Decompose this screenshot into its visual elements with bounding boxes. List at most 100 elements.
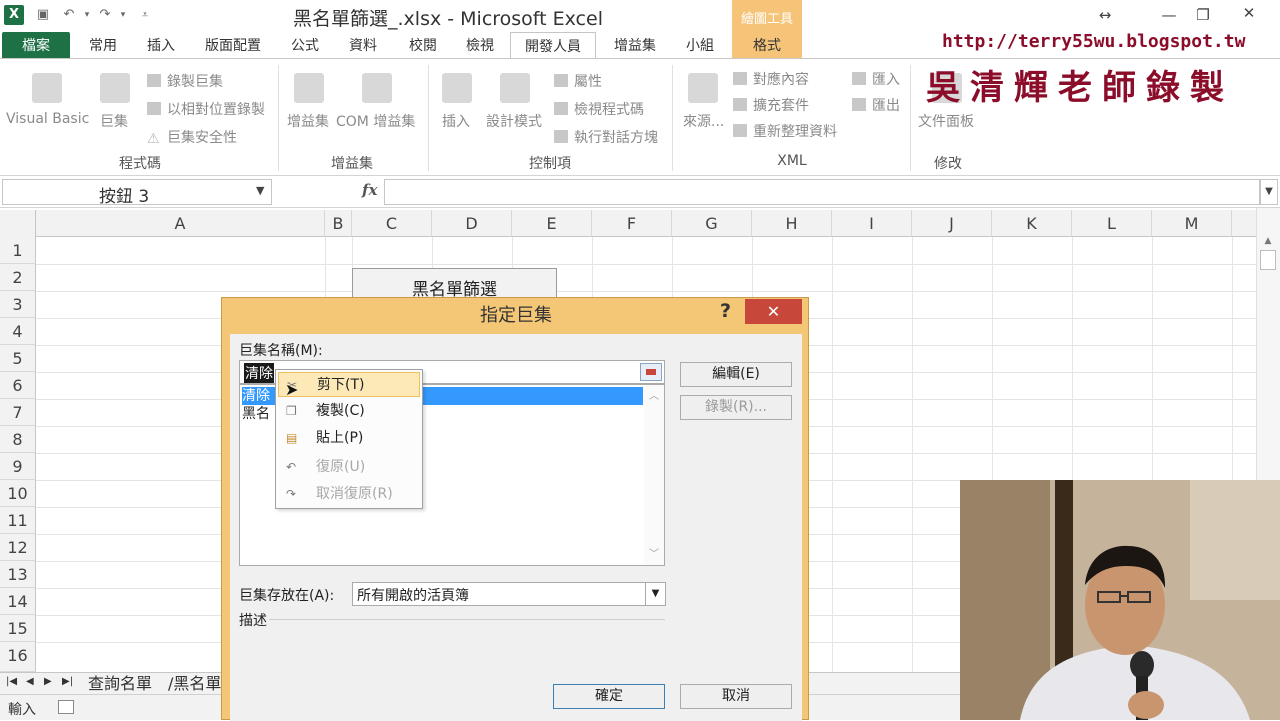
row-header[interactable]: 11 bbox=[0, 507, 36, 534]
prev-sheet-icon[interactable]: ◀ bbox=[26, 676, 34, 687]
refresh-data-button[interactable]: 重新整理資料 bbox=[733, 121, 837, 141]
insert-control-button[interactable]: 插入 bbox=[442, 111, 470, 131]
column-header[interactable]: F bbox=[592, 210, 672, 237]
tab-file[interactable]: 檔案 bbox=[2, 32, 70, 60]
tab-formulas[interactable]: 公式 bbox=[280, 32, 330, 60]
column-header[interactable]: E bbox=[512, 210, 592, 237]
com-addins-button[interactable]: COM 增益集 bbox=[336, 111, 415, 131]
visual-basic-button[interactable]: Visual Basic bbox=[6, 111, 89, 127]
xml-import-button[interactable]: 匯入 bbox=[852, 69, 900, 89]
document-panel-button[interactable]: 文件面板 bbox=[918, 111, 974, 131]
excel-app-icon[interactable]: X bbox=[4, 5, 24, 25]
scroll-up-icon[interactable]: ︿ bbox=[649, 387, 659, 402]
sheet-tab-blacklist[interactable]: /黑名單 bbox=[168, 673, 221, 695]
column-header[interactable]: L bbox=[1072, 210, 1152, 237]
select-all-corner[interactable] bbox=[0, 210, 36, 237]
column-header[interactable]: H bbox=[752, 210, 832, 237]
row-header[interactable]: 1 bbox=[0, 237, 36, 264]
window-close-button[interactable]: ✕ bbox=[1216, 0, 1280, 28]
tab-addins[interactable]: 增益集 bbox=[604, 32, 666, 60]
insert-function-icon[interactable]: fx bbox=[362, 181, 377, 199]
minimize-button[interactable]: — bbox=[1154, 4, 1184, 26]
row-header[interactable]: 3 bbox=[0, 291, 36, 318]
list-item[interactable]: 黑名 bbox=[242, 405, 270, 423]
expand-formula-bar-icon[interactable]: ▼ bbox=[1260, 179, 1278, 205]
row-header[interactable]: 13 bbox=[0, 561, 36, 588]
ok-button[interactable]: 確定 bbox=[553, 684, 665, 709]
map-properties-button[interactable]: 對應內容 bbox=[733, 69, 809, 89]
column-header[interactable]: M bbox=[1152, 210, 1232, 237]
xml-export-button[interactable]: 匯出 bbox=[852, 95, 900, 115]
column-header[interactable]: B bbox=[325, 210, 352, 237]
column-header[interactable]: C bbox=[352, 210, 432, 237]
menu-item-cut[interactable]: ✂ 剪下(T) bbox=[278, 372, 420, 397]
tab-view[interactable]: 檢視 bbox=[455, 32, 505, 60]
row-header[interactable]: 7 bbox=[0, 399, 36, 426]
relative-reference-button[interactable]: 以相對位置錄製 bbox=[147, 99, 265, 119]
menu-item-copy[interactable]: ❐ 複製(C) bbox=[278, 399, 420, 424]
menu-item-paste[interactable]: ▤ 貼上(P) bbox=[278, 426, 420, 451]
edit-button[interactable]: 編輯(E) bbox=[680, 362, 792, 387]
expansion-packs-button[interactable]: 擴充套件 bbox=[733, 95, 809, 115]
row-header[interactable]: 5 bbox=[0, 345, 36, 372]
record-button[interactable]: 錄製(R)... bbox=[680, 395, 792, 420]
tab-data[interactable]: 資料 bbox=[338, 32, 388, 60]
macro-security-button[interactable]: ⚠ 巨集安全性 bbox=[147, 127, 237, 147]
menu-item-redo[interactable]: ↷ 取消復原(R) bbox=[278, 482, 420, 507]
tab-page-layout[interactable]: 版面配置 bbox=[196, 32, 270, 60]
run-dialog-button[interactable]: 執行對話方塊 bbox=[554, 127, 658, 147]
record-macro-button[interactable]: 錄製巨集 bbox=[147, 71, 223, 91]
formula-input[interactable] bbox=[384, 179, 1260, 205]
row-header[interactable]: 10 bbox=[0, 480, 36, 507]
tab-home[interactable]: 常用 bbox=[78, 32, 128, 60]
macro-recording-icon[interactable] bbox=[58, 700, 74, 714]
column-header[interactable]: D bbox=[432, 210, 512, 237]
menu-item-undo[interactable]: ↶ 復原(U) bbox=[278, 455, 420, 480]
help-icon[interactable]: ? bbox=[720, 300, 731, 322]
view-code-button[interactable]: 檢視程式碼 bbox=[554, 99, 644, 119]
tab-team[interactable]: 小組 bbox=[675, 32, 725, 60]
scroll-down-icon[interactable]: ﹀ bbox=[649, 545, 659, 560]
row-header[interactable]: 16 bbox=[0, 642, 36, 672]
chevron-down-icon[interactable]: ▼ bbox=[645, 583, 665, 605]
next-sheet-icon[interactable]: ▶ bbox=[44, 676, 52, 687]
column-header[interactable]: K bbox=[992, 210, 1072, 237]
chevron-down-icon[interactable]: ▼ bbox=[256, 184, 264, 197]
save-icon[interactable]: ▣ bbox=[34, 6, 52, 24]
column-header[interactable]: A bbox=[36, 210, 325, 237]
redo-dropdown-icon[interactable]: ▾ bbox=[114, 6, 132, 24]
row-header[interactable]: 2 bbox=[0, 264, 36, 291]
column-header[interactable]: G bbox=[672, 210, 752, 237]
properties-button[interactable]: 屬性 bbox=[554, 71, 602, 91]
list-scrollbar[interactable]: ︿ ﹀ bbox=[644, 385, 664, 565]
tab-insert[interactable]: 插入 bbox=[136, 32, 186, 60]
row-header[interactable]: 6 bbox=[0, 372, 36, 399]
dialog-close-button[interactable]: ✕ bbox=[745, 299, 802, 324]
row-header[interactable]: 12 bbox=[0, 534, 36, 561]
macros-button[interactable]: 巨集 bbox=[100, 111, 128, 131]
column-header[interactable]: J bbox=[912, 210, 992, 237]
customize-toolbar-icon[interactable]: ⩡ bbox=[136, 6, 154, 24]
sheet-tab-query[interactable]: 查詢名單 bbox=[88, 673, 152, 695]
last-sheet-icon[interactable]: ▶| bbox=[62, 676, 73, 687]
tab-review[interactable]: 校閱 bbox=[398, 32, 448, 60]
restore-ribbon-icon[interactable]: ↔ bbox=[1090, 4, 1120, 26]
row-header[interactable]: 4 bbox=[0, 318, 36, 345]
row-header[interactable]: 14 bbox=[0, 588, 36, 615]
maximize-button[interactable]: ❐ bbox=[1188, 4, 1218, 26]
design-mode-button[interactable]: 設計模式 bbox=[486, 111, 542, 131]
redo-icon[interactable]: ↷ bbox=[96, 6, 114, 24]
store-in-select[interactable]: 所有開啟的活頁簿 ▼ bbox=[352, 582, 666, 606]
undo-icon[interactable]: ↶ bbox=[60, 6, 78, 24]
undo-dropdown-icon[interactable]: ▾ bbox=[78, 6, 96, 24]
row-header[interactable]: 15 bbox=[0, 615, 36, 642]
row-header[interactable]: 8 bbox=[0, 426, 36, 453]
collapse-dialog-icon[interactable] bbox=[640, 363, 662, 381]
name-box[interactable]: 按鈕 3 ▼ bbox=[2, 179, 272, 207]
column-header[interactable]: I bbox=[832, 210, 912, 237]
xml-source-button[interactable]: 來源... bbox=[683, 111, 724, 131]
tab-developer[interactable]: 開發人員 bbox=[510, 32, 596, 61]
scroll-thumb[interactable] bbox=[1260, 250, 1276, 270]
addins-button[interactable]: 增益集 bbox=[287, 111, 329, 131]
scroll-up-icon[interactable]: ▲ bbox=[1260, 236, 1276, 250]
